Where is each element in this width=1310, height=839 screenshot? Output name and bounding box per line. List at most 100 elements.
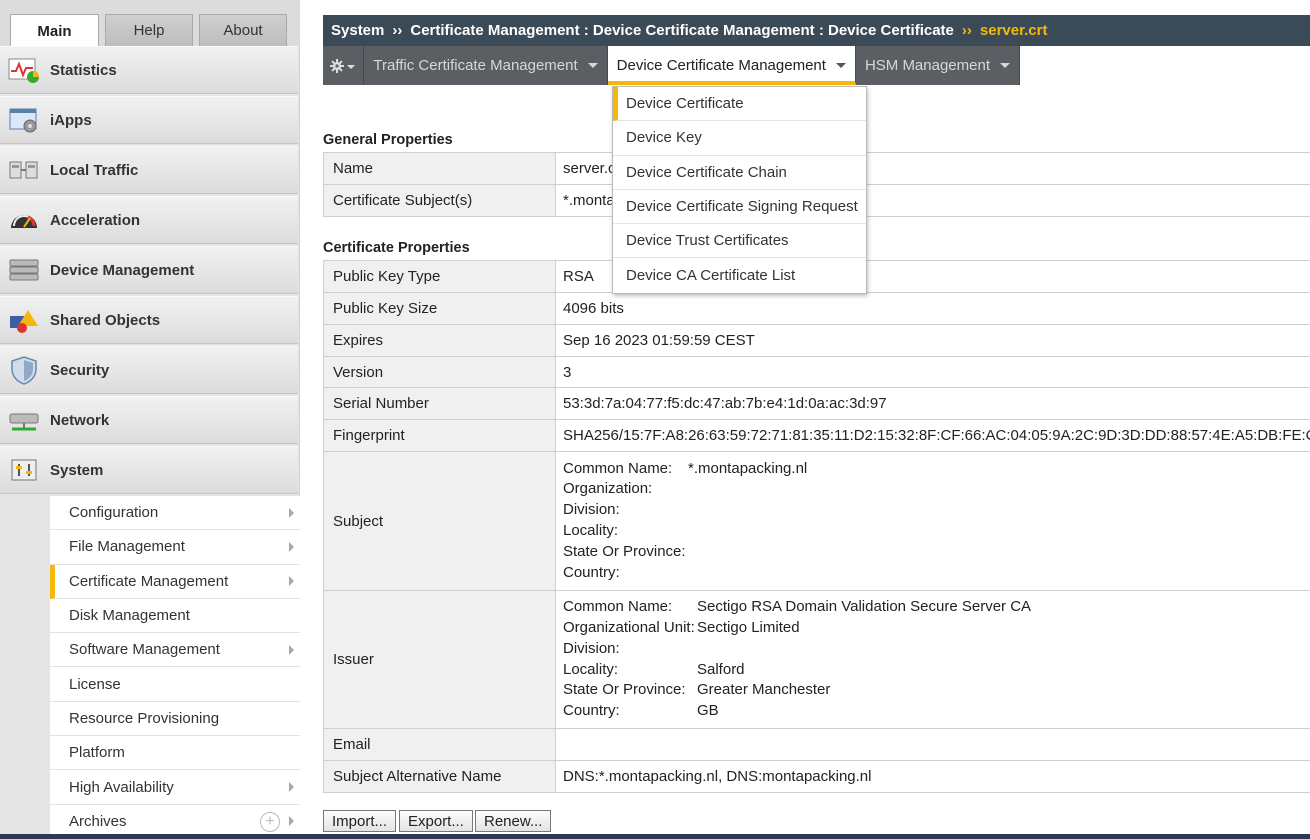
issuer-division-key: Division: bbox=[563, 639, 620, 657]
subject-value: Common Name: *.montapacking.nl Organizati… bbox=[555, 451, 1310, 591]
email-value bbox=[555, 728, 1310, 761]
submenu-label: Disk Management bbox=[69, 607, 190, 625]
sidebar: Main Help About Statistics iApps Local T… bbox=[0, 0, 300, 839]
submenu-label: Resource Provisioning bbox=[69, 709, 220, 727]
submenu-label: Archives bbox=[69, 812, 127, 830]
subject-cn-key: Common Name: bbox=[563, 459, 673, 477]
submenu-item-high-availability[interactable]: High Availability bbox=[50, 770, 300, 805]
submenu-item-disk-management[interactable]: Disk Management bbox=[50, 599, 300, 634]
dropdown-item-device-csr[interactable]: Device Certificate Signing Request bbox=[613, 190, 866, 225]
dropdown-item-device-certificate-chain[interactable]: Device Certificate Chain bbox=[613, 156, 866, 190]
menu-traffic-certificate-management[interactable]: Traffic Certificate Management bbox=[364, 46, 608, 85]
subject-label: Subject bbox=[323, 451, 556, 591]
issuer-state-value: Greater Manchester bbox=[697, 681, 831, 699]
network-icon bbox=[8, 404, 40, 436]
general-properties-title: General Properties bbox=[323, 132, 453, 148]
issuer-locality-key: Locality: bbox=[563, 660, 619, 678]
nav-item-security[interactable]: Security bbox=[0, 346, 298, 394]
nav-item-statistics[interactable]: Statistics bbox=[0, 46, 298, 94]
fingerprint-label: Fingerprint bbox=[323, 419, 556, 452]
table-row: Subject Common Name: *.montapacking.nl Or… bbox=[323, 451, 1310, 591]
expires-value: Sep 16 2023 01:59:59 CEST bbox=[555, 324, 1310, 357]
name-label: Name bbox=[323, 152, 556, 185]
version-value: 3 bbox=[555, 356, 1310, 388]
submenu-item-resource-provisioning[interactable]: Resource Provisioning bbox=[50, 702, 300, 737]
import-button[interactable]: Import... bbox=[323, 810, 397, 832]
menu-label: Traffic Certificate Management bbox=[373, 57, 578, 74]
menu-device-certificate-management[interactable]: Device Certificate Management bbox=[607, 46, 856, 85]
issuer-state-key: State Or Province: bbox=[563, 681, 686, 699]
nav-label: iApps bbox=[50, 111, 92, 129]
taskbar-edge bbox=[0, 834, 1310, 839]
breadcrumb-system[interactable]: System bbox=[331, 22, 384, 39]
export-button[interactable]: Export... bbox=[399, 810, 473, 832]
subjects-label: Certificate Subject(s) bbox=[323, 184, 556, 217]
nav-item-acceleration[interactable]: Acceleration bbox=[0, 196, 298, 244]
tab-help[interactable]: Help bbox=[105, 14, 193, 46]
iapps-icon bbox=[8, 104, 40, 136]
caret-down-icon bbox=[587, 63, 598, 68]
caret-down-icon bbox=[1000, 63, 1010, 68]
submenu-label: License bbox=[69, 675, 121, 693]
nav-item-iapps[interactable]: iApps bbox=[0, 96, 298, 144]
add-icon[interactable]: + bbox=[260, 811, 280, 832]
nav-item-device-management[interactable]: Device Management bbox=[0, 246, 298, 294]
subject-locality-key: Locality: bbox=[563, 522, 619, 539]
subject-state-key: State Or Province: bbox=[563, 542, 686, 560]
submenu-item-configuration[interactable]: Configuration bbox=[50, 496, 300, 531]
dropdown-item-device-key[interactable]: Device Key bbox=[613, 121, 866, 156]
issuer-locality-value: Salford bbox=[697, 660, 745, 678]
nav-label: Acceleration bbox=[50, 211, 141, 229]
gear-menu-button[interactable] bbox=[323, 46, 365, 85]
issuer-country-key: Country: bbox=[563, 702, 620, 720]
nav-label: Device Management bbox=[50, 261, 195, 279]
submenu-item-file-management[interactable]: File Management bbox=[50, 530, 300, 565]
submenu-item-certificate-management[interactable]: Certificate Management bbox=[50, 564, 300, 599]
submenu-item-software-management[interactable]: Software Management bbox=[50, 633, 300, 668]
breadcrumb-path[interactable]: Certificate Management : Device Certific… bbox=[410, 22, 954, 39]
submenu-label: Software Management bbox=[69, 641, 220, 659]
nav-item-shared-objects[interactable]: Shared Objects bbox=[0, 296, 298, 344]
subject-org-value bbox=[688, 479, 1310, 500]
issuer-country-value: GB bbox=[697, 702, 719, 720]
device-management-icon bbox=[8, 254, 40, 286]
renew-button[interactable]: Renew... bbox=[475, 810, 552, 832]
subject-org-key: Organization: bbox=[563, 480, 653, 498]
dropdown-item-device-ca-certificate-list[interactable]: Device CA Certificate List bbox=[613, 258, 866, 292]
gear-icon bbox=[330, 58, 356, 73]
table-row: Public Key Size 4096 bits bbox=[323, 292, 1310, 325]
table-row: Subject Alternative Name DNS:*.montapack… bbox=[323, 760, 1310, 793]
table-row: Serial Number 53:3d:7a:04:77:f5:dc:47:ab… bbox=[323, 387, 1310, 420]
nav-item-local-traffic[interactable]: Local Traffic bbox=[0, 146, 298, 194]
dropdown-item-device-certificate[interactable]: Device Certificate bbox=[613, 87, 866, 122]
tab-main[interactable]: Main bbox=[10, 14, 99, 47]
table-row: Expires Sep 16 2023 01:59:59 CEST bbox=[323, 324, 1310, 357]
certificate-properties-table: Public Key Type RSA Public Key Size 4096… bbox=[323, 260, 1310, 793]
dropdown-item-device-trust-certificates[interactable]: Device Trust Certificates bbox=[613, 224, 866, 259]
nav-label: Security bbox=[50, 361, 110, 379]
subject-details: Common Name: *.montapacking.nl Organizati… bbox=[563, 459, 1310, 584]
chevron-right-icon bbox=[289, 576, 294, 587]
pubkey-size-value: 4096 bits bbox=[555, 292, 1310, 325]
submenu-label: Certificate Management bbox=[69, 572, 229, 590]
chevron-right-icon bbox=[289, 507, 294, 518]
table-row: Version 3 bbox=[323, 356, 1310, 388]
breadcrumb-current: server.crt bbox=[979, 22, 1048, 39]
nav-item-network[interactable]: Network bbox=[0, 396, 298, 444]
subject-division-key: Division: bbox=[563, 501, 620, 519]
nav-label: Statistics bbox=[50, 61, 117, 79]
breadcrumb-separator: ›› bbox=[961, 22, 972, 39]
submenu-item-license[interactable]: License bbox=[50, 667, 300, 702]
submenu-label: Configuration bbox=[69, 504, 159, 522]
submenu-item-platform[interactable]: Platform bbox=[50, 736, 300, 771]
breadcrumb: System ›› Certificate Management : Devic… bbox=[323, 15, 1310, 46]
serial-value: 53:3d:7a:04:77:f5:dc:47:ab:7b:e4:1d:0a:a… bbox=[555, 387, 1310, 420]
submenu-label: File Management bbox=[69, 538, 185, 556]
menu-hsm-management[interactable]: HSM Management bbox=[856, 46, 1020, 85]
nav-item-system[interactable]: System bbox=[0, 446, 298, 494]
security-icon bbox=[8, 354, 40, 386]
nav-label: Network bbox=[50, 411, 110, 429]
chevron-right-icon bbox=[289, 644, 294, 655]
subject-country-value bbox=[688, 563, 1310, 584]
tab-about[interactable]: About bbox=[199, 14, 287, 46]
